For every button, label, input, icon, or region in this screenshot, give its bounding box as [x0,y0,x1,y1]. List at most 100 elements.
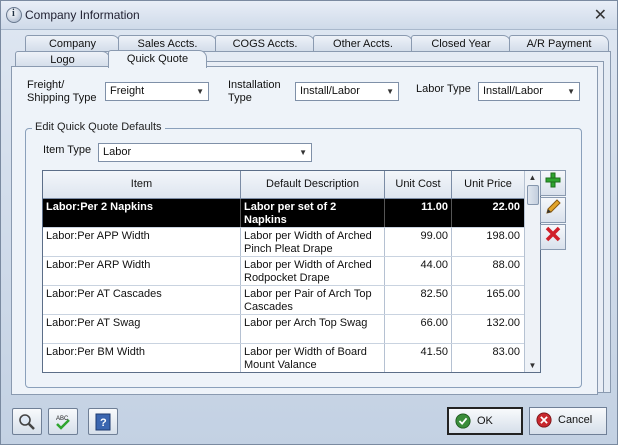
table-row[interactable]: Labor:Per AT Cascades Labor per Pair of A… [43,286,524,315]
cell-price: 165.00 [486,288,520,300]
table-row[interactable]: Labor:Per BM Width Labor per Width of Boa… [43,344,524,372]
column-divider [240,228,241,256]
table-row[interactable]: Labor:Per APP Width Labor per Width of Ar… [43,228,524,257]
column-divider [384,257,385,285]
column-divider [384,315,385,343]
add-icon [545,172,561,188]
tab-logo-label: Logo [50,54,75,66]
cell-desc: Labor per Arch Top Swag [244,317,368,329]
tab-company-label: Company [48,38,97,50]
cell-cost: 99.00 [420,230,448,242]
cell-desc: Labor per Pair of Arch Top Cascades [244,288,372,313]
tab-cogs-accts[interactable]: COGS Accts. [215,35,315,51]
table-row[interactable]: Labor:Per 2 Napkins Labor per set of 2 Na… [43,199,524,228]
help-icon: ? [95,413,111,431]
item-type-select[interactable]: Labor ▼ [98,143,312,162]
chevron-down-icon: ▼ [299,148,307,157]
column-divider [240,344,241,372]
chevron-down-icon: ▼ [196,87,204,96]
title-bar: i Company Information ✕ [1,1,617,30]
ok-check-icon [455,413,471,429]
column-header-unit-price[interactable]: Unit Price [452,171,524,198]
table-row[interactable]: Labor:Per AT Swag Labor per Arch Top Swag… [43,315,524,344]
column-divider [240,199,241,227]
scroll-down-icon[interactable]: ▼ [525,359,540,372]
cell-cost: 41.50 [420,346,448,358]
freight-shipping-type-value: Freight [110,85,145,97]
cell-item: Labor:Per AT Cascades [46,288,162,300]
cell-item: Labor:Per BM Width [46,346,146,358]
cell-cost: 11.00 [421,201,448,213]
column-header-default-description[interactable]: Default Description [241,171,385,198]
cell-desc: Labor per Width of Arched Rodpocket Drap… [244,259,372,284]
cancel-x-icon [536,412,552,428]
group-title: Edit Quick Quote Defaults [32,121,165,133]
tab-closed-year[interactable]: Closed Year [411,35,511,51]
cell-item: Labor:Per 2 Napkins [46,201,153,213]
tab-company[interactable]: Company [25,35,120,51]
table-row[interactable]: Labor:Per ARP Width Labor per Width of Ar… [43,257,524,286]
cancel-label: Cancel [558,414,593,426]
cell-item: Labor:Per ARP Width [46,259,151,271]
edit-row-button[interactable] [540,197,566,223]
installation-type-value: Install/Labor [300,85,360,97]
delete-x-icon [545,226,561,242]
cell-price: 132.00 [486,317,520,329]
tab-cogs-accts-label: COGS Accts. [232,38,298,50]
tab-logo[interactable]: Logo [15,51,110,67]
tab-ar-payment[interactable]: A/R Payment [509,35,609,51]
column-divider [451,315,452,343]
tab-sales-accts[interactable]: Sales Accts. [118,35,217,51]
column-header-unit-cost[interactable]: Unit Cost [385,171,452,198]
column-divider [384,344,385,372]
column-divider [240,315,241,343]
close-icon[interactable]: ✕ [594,5,607,25]
tab-sales-accts-label: Sales Accts. [137,38,198,50]
company-information-window: i Company Information ✕ Company Sales Ac… [0,0,618,445]
scroll-up-icon[interactable]: ▲ [525,171,540,184]
cancel-button[interactable]: Cancel [529,407,607,435]
tab-quick-quote-label: Quick Quote [126,53,189,65]
cell-price: 88.00 [492,259,520,271]
column-divider [451,257,452,285]
grid-scrollbar[interactable]: ▲ ▼ [524,171,540,372]
chevron-down-icon: ▼ [386,87,394,96]
tab-closed-year-label: Closed Year [431,38,491,50]
column-divider [451,344,452,372]
installation-type-select[interactable]: Install/Labor ▼ [295,82,399,101]
scroll-thumb[interactable] [527,185,539,205]
column-divider [451,199,452,227]
tab-ar-payment-label: A/R Payment [526,38,592,50]
cell-desc: Labor per Width of Arched Pinch Pleat Dr… [244,230,372,255]
zoom-button[interactable] [12,408,42,435]
ok-button[interactable]: OK [447,407,523,435]
cell-desc: Labor per set of 2 Napkins [244,201,337,226]
grid-header: Item Default Description Unit Cost Unit … [43,171,524,199]
freight-shipping-type-label: Freight/ Shipping Type [27,79,97,104]
labor-type-select[interactable]: Install/Labor ▼ [478,82,580,101]
cell-price: 83.00 [492,346,520,358]
cell-price: 198.00 [486,230,520,242]
cell-cost: 44.00 [420,259,448,271]
add-row-button[interactable] [540,170,566,196]
freight-shipping-type-select[interactable]: Freight ▼ [105,82,209,101]
help-button[interactable]: ? [88,408,118,435]
chevron-down-icon: ▼ [567,87,575,96]
column-divider [384,228,385,256]
column-divider [240,286,241,314]
installation-type-label: Installation Type [228,79,281,104]
cell-desc: Labor per Width of Board Mount Valance [244,346,367,371]
labor-type-value: Install/Labor [483,85,543,97]
edit-pencil-icon [546,199,561,214]
spellcheck-button[interactable]: ABC [48,408,78,435]
spellcheck-icon: ABC [56,416,70,430]
item-type-label: Item Type [43,144,92,156]
delete-row-button[interactable] [540,224,566,250]
ok-label: OK [477,415,493,427]
window-title: Company Information [25,8,140,22]
column-header-item[interactable]: Item [43,171,241,198]
tab-quick-quote[interactable]: Quick Quote [108,50,207,68]
column-divider [451,228,452,256]
tab-other-accts[interactable]: Other Accts. [313,35,413,51]
quick-quote-grid: Item Default Description Unit Cost Unit … [42,170,541,373]
